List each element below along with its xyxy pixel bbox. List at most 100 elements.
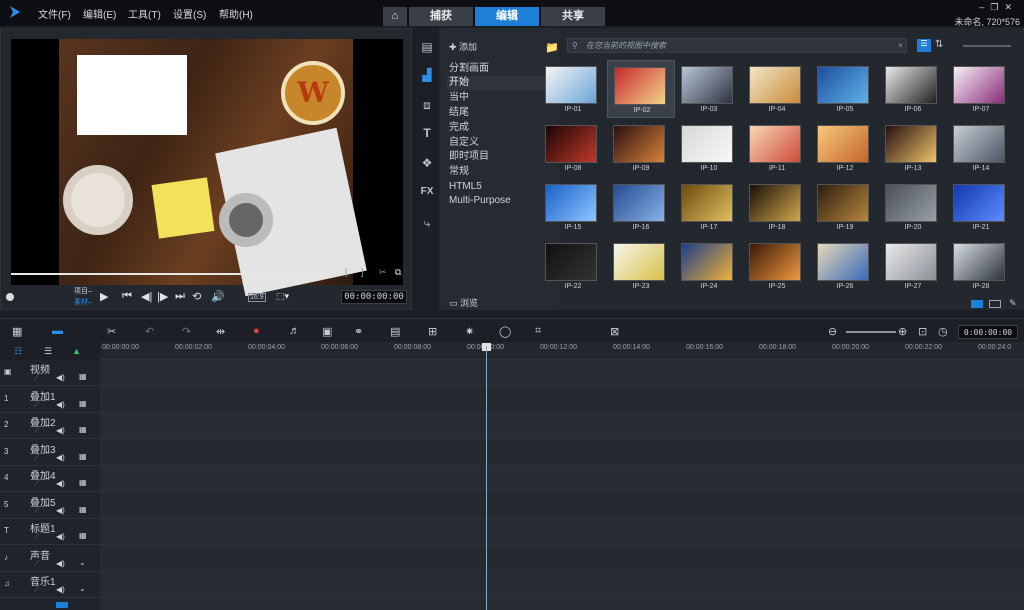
library-thumbnail[interactable]: IP-26 <box>811 237 879 295</box>
redo-icon[interactable]: ↷ <box>182 325 191 338</box>
track-mute-icon[interactable]: ◀) <box>56 453 65 462</box>
track-lane[interactable] <box>100 492 1024 519</box>
window-controls[interactable]: –❐✕ <box>979 2 1018 13</box>
library-thumbnail[interactable]: IP-24 <box>675 237 743 295</box>
tab-share[interactable]: 共享 <box>541 7 605 26</box>
library-thumbnail[interactable]: IP-02 <box>607 60 675 118</box>
track-mute-icon[interactable]: ◀) <box>56 585 65 594</box>
track-header[interactable]: ▣ 视频 ⟋ ◀) ▦ <box>0 360 100 386</box>
menu-settings[interactable]: 设置(S) <box>173 6 206 21</box>
library-thumbnail[interactable]: IP-19 <box>811 178 879 236</box>
clear-search-icon[interactable]: × <box>898 41 903 50</box>
instant-project-icon[interactable]: ▟ <box>419 68 435 84</box>
track-type-icon[interactable]: 4 <box>4 473 18 483</box>
list-view-icon[interactable]: ☰ <box>917 39 931 52</box>
library-thumbnail[interactable]: IP-12 <box>811 119 879 177</box>
menu-help[interactable]: 帮助(H) <box>219 6 253 21</box>
track-mute-icon[interactable]: ◀) <box>56 506 65 515</box>
thumbnail-size-slider[interactable] <box>963 45 1011 47</box>
track-lane[interactable] <box>100 572 1024 598</box>
zoom-in-icon[interactable]: ⊕ <box>898 325 907 338</box>
track-mute-icon[interactable]: ◀) <box>56 479 65 488</box>
multi-trim-icon[interactable]: ⊞ <box>428 325 437 338</box>
tools-icon[interactable]: ✂ <box>107 325 116 338</box>
close-icon[interactable]: ✕ <box>1004 2 1018 12</box>
mark-in-icon[interactable]: [ <box>345 267 348 277</box>
library-thumbnail[interactable]: IP-25 <box>743 237 811 295</box>
browse-button[interactable]: ▭ 浏览 <box>449 296 478 309</box>
graphics-icon[interactable]: ❖ <box>419 156 435 172</box>
track-lane[interactable] <box>100 519 1024 545</box>
track-lane[interactable] <box>100 545 1024 572</box>
track-ripple-icon[interactable]: ▦ <box>79 425 87 434</box>
library-thumbnail[interactable]: IP-08 <box>539 119 607 177</box>
time-remap-icon[interactable]: ✷ <box>465 325 474 338</box>
home-frame-icon[interactable]: ⏮ <box>122 290 132 303</box>
track-type-icon[interactable]: 1 <box>4 394 18 404</box>
library-thumbnail[interactable]: IP-23 <box>607 237 675 295</box>
track-header[interactable]: T 标题1 ⟋ ◀) ▦ <box>0 519 100 545</box>
timeline-tracks[interactable] <box>100 360 1024 610</box>
track-type-icon[interactable]: ♪ <box>4 553 18 563</box>
library-thumbnail[interactable]: IP-15 <box>539 178 607 236</box>
track-mute-icon[interactable]: ◀) <box>56 426 65 435</box>
track-mute-icon[interactable]: ◀) <box>56 373 65 382</box>
motion-tracking-icon[interactable]: ⚭ <box>354 325 363 338</box>
library-thumbnail[interactable]: IP-18 <box>743 178 811 236</box>
title-icon[interactable]: T <box>419 126 435 142</box>
folder-icon[interactable]: 📁 <box>545 41 559 54</box>
track-expand-icon[interactable]: ⌄ <box>79 558 86 567</box>
media-icon[interactable]: ▤ <box>419 40 435 56</box>
undo-icon[interactable]: ↶ <box>145 325 154 338</box>
library-thumbnail[interactable]: IP-11 <box>743 119 811 177</box>
track-link-icon[interactable]: ⟋ <box>34 426 40 436</box>
timeline-timecode[interactable]: 0:00:00:00 <box>958 325 1018 339</box>
library-thumbnail[interactable]: IP-07 <box>947 60 1015 118</box>
library-thumbnail[interactable]: IP-01 <box>539 60 607 118</box>
add-button[interactable]: ✚ 添加 <box>449 40 477 53</box>
library-thumbnail[interactable]: IP-03 <box>675 60 743 118</box>
library-thumbnail[interactable]: IP-27 <box>879 237 947 295</box>
search-input[interactable]: 在您当前的视图中搜索 <box>567 38 907 53</box>
zoom-out-icon[interactable]: ⊖ <box>828 325 837 338</box>
add-marker-icon[interactable]: ▲ <box>72 346 81 356</box>
library-thumbnail[interactable]: IP-22 <box>539 237 607 295</box>
clip-mode-label[interactable]: 素材– <box>74 297 92 307</box>
track-link-icon[interactable]: ⟋ <box>34 373 40 383</box>
library-thumbnail[interactable]: IP-06 <box>879 60 947 118</box>
menu-file[interactable]: 文件(F) <box>38 6 71 21</box>
view-mode-icon[interactable] <box>971 300 983 308</box>
aspect-ratio-button[interactable]: 16:9 <box>248 293 266 302</box>
track-type-icon[interactable]: 3 <box>4 447 18 457</box>
track-link-icon[interactable]: ⟋ <box>34 559 40 569</box>
preview-scrubber-handle[interactable] <box>6 293 14 301</box>
menu-tools[interactable]: 工具(T) <box>128 6 161 21</box>
track-mute-icon[interactable]: ◀) <box>56 400 65 409</box>
track-lane[interactable] <box>100 466 1024 492</box>
track-header[interactable]: 1 叠加1 ⟋ ◀) ▦ <box>0 387 100 413</box>
track-link-icon[interactable]: ⟋ <box>34 400 40 410</box>
library-thumbnail[interactable]: IP-28 <box>947 237 1015 295</box>
timeline-playhead[interactable] <box>486 346 487 610</box>
timeline-ruler[interactable]: 00:00:00:00 00:00:02:00 00:00:04:00 00:00:0… <box>100 342 1024 360</box>
preview-window[interactable]: W <box>11 39 403 297</box>
track-link-icon[interactable]: ⟋ <box>34 532 40 542</box>
track-header[interactable]: 2 叠加2 ⟋ ◀) ▦ <box>0 413 100 439</box>
track-ripple-icon[interactable]: ▦ <box>79 531 87 540</box>
prev-frame-icon[interactable]: ◀| <box>141 290 152 303</box>
track-lane[interactable] <box>100 386 1024 413</box>
fx-filter-icon[interactable]: FX <box>419 186 435 202</box>
fit-timeline-icon[interactable]: ⊡ <box>918 325 927 338</box>
project-mode-label[interactable]: 项目– <box>74 286 92 296</box>
crop-icon[interactable]: ⬚▾ <box>276 291 289 302</box>
track-header[interactable]: ♪ 声音 ⟋ ◀) ⌄ <box>0 546 100 572</box>
track-expand-icon[interactable]: ⌄ <box>79 584 86 593</box>
track-type-icon[interactable]: ♫ <box>4 579 18 589</box>
minimize-icon[interactable]: – <box>979 2 990 12</box>
split-clip-icon[interactable]: ✂ <box>379 267 387 278</box>
mark-out-icon[interactable]: ] <box>361 267 364 277</box>
track-ripple-icon[interactable]: ▦ <box>79 399 87 408</box>
library-thumbnail[interactable]: IP-13 <box>879 119 947 177</box>
record-icon[interactable]: ● <box>253 325 260 337</box>
tab-edit[interactable]: 编辑 <box>475 7 539 26</box>
